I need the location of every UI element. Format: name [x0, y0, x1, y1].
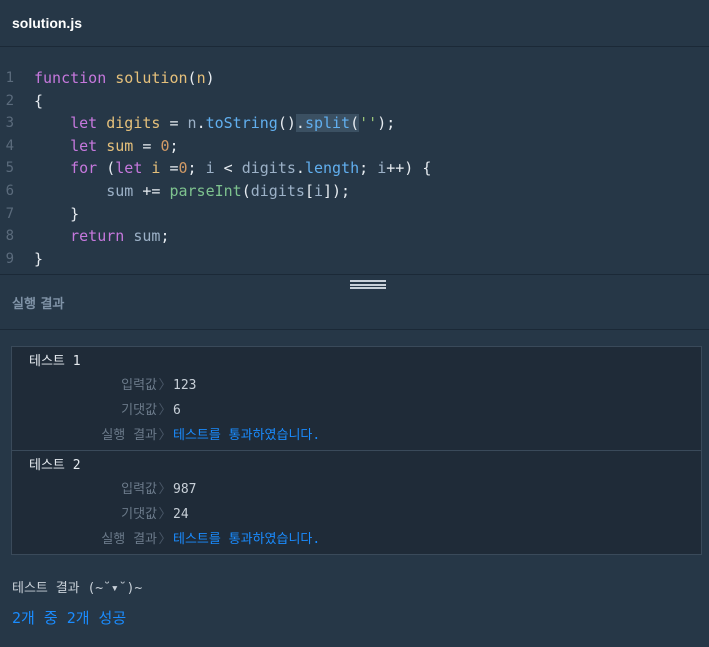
- results-console: 테스트 1 입력값 〉 123 기댓값 〉 6 실행 결과 〉 테스트를 통과하…: [0, 330, 709, 628]
- expected-value: 6: [173, 403, 181, 418]
- code-editor[interactable]: 1 function solution(n) 2{ 3 let digits = …: [0, 47, 709, 275]
- test-case: 테스트 1 입력값 〉 123 기댓값 〉 6 실행 결과 〉 테스트를 통과하…: [12, 347, 701, 450]
- code-line: 2{: [0, 90, 709, 113]
- chevron-right-icon: 〉: [158, 428, 172, 443]
- line-number: 3: [5, 115, 14, 132]
- test-case: 테스트 2 입력값 〉 987 기댓값 〉 24 실행 결과 〉 테스트를 통과…: [12, 450, 701, 554]
- line-number: 8: [5, 228, 14, 245]
- expected-row: 기댓값 〉 24: [12, 502, 701, 527]
- chevron-right-icon: 〉: [158, 378, 172, 393]
- results-title: 실행 결과: [12, 296, 65, 312]
- result-value: 테스트를 통과하였습니다.: [173, 428, 321, 443]
- resize-handle[interactable]: [350, 280, 386, 289]
- line-number: 1: [5, 70, 14, 86]
- line-number: 2: [5, 92, 14, 109]
- code-line: 4 let sum = 0;: [0, 135, 709, 158]
- input-label: 입력값: [121, 482, 157, 497]
- result-row: 실행 결과 〉 테스트를 통과하였습니다.: [12, 423, 701, 448]
- line-number: 4: [5, 137, 14, 154]
- chevron-right-icon: 〉: [158, 507, 172, 522]
- chevron-right-icon: 〉: [158, 532, 172, 547]
- chevron-right-icon: 〉: [158, 482, 172, 497]
- test-results-box: 테스트 1 입력값 〉 123 기댓값 〉 6 실행 결과 〉 테스트를 통과하…: [11, 346, 702, 555]
- result-row: 실행 결과 〉 테스트를 통과하였습니다.: [12, 527, 701, 552]
- code-line: 6 sum += parseInt(digits[i]);: [0, 180, 709, 203]
- result-label: 실행 결과: [101, 532, 157, 547]
- expected-value: 24: [173, 507, 189, 522]
- code-line: 3 let digits = n.toString().split('');: [0, 112, 709, 135]
- line-number: 9: [5, 250, 14, 267]
- code-line: 5 for (let i =0; i < digits.length; i++)…: [0, 157, 709, 180]
- result-value: 테스트를 통과하였습니다.: [173, 532, 321, 547]
- expected-label: 기댓값: [121, 403, 157, 418]
- test-summary: 테스트 결과 (~˘▾˘)~ 2개 중 2개 성공: [11, 555, 702, 628]
- test-title: 테스트 1: [29, 354, 81, 369]
- summary-title: 테스트 결과 (~˘▾˘)~: [12, 581, 143, 596]
- expected-row: 기댓값 〉 6: [12, 398, 701, 423]
- input-value: 987: [173, 482, 197, 497]
- chevron-right-icon: 〉: [158, 403, 172, 418]
- line-number: 6: [5, 182, 14, 199]
- code-line: 9}: [0, 248, 709, 271]
- line-number: 7: [5, 205, 14, 222]
- code-line: 1 function solution(n): [0, 67, 709, 90]
- test-title: 테스트 2: [29, 458, 81, 473]
- line-number: 5: [5, 160, 14, 177]
- expected-label: 기댓값: [121, 507, 157, 522]
- code-line: 8 return sum;: [0, 225, 709, 248]
- input-value: 123: [173, 378, 197, 393]
- code-line: 7 }: [0, 203, 709, 226]
- file-tab[interactable]: solution.js: [0, 0, 709, 47]
- input-row: 입력값 〉 987: [12, 477, 701, 502]
- summary-result: 2개 중 2개 성공: [12, 609, 127, 627]
- input-label: 입력값: [121, 378, 157, 393]
- input-row: 입력값 〉 123: [12, 373, 701, 398]
- file-name: solution.js: [12, 15, 82, 31]
- result-label: 실행 결과: [101, 428, 157, 443]
